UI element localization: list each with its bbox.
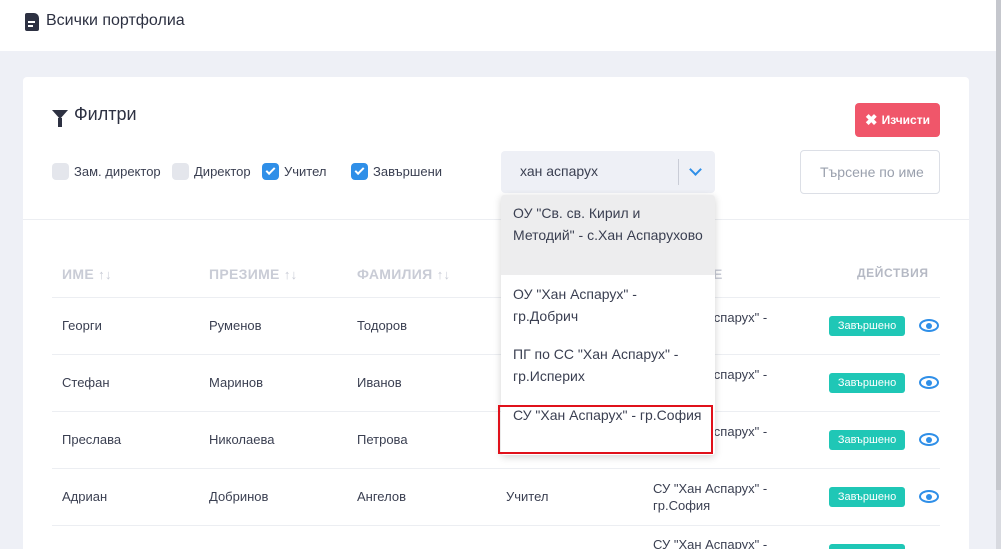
checkbox-label: Завършени xyxy=(373,164,443,179)
checkbox-box[interactable] xyxy=(172,163,189,180)
view-eye-icon[interactable] xyxy=(919,432,941,448)
row-divider xyxy=(52,297,940,298)
column-header-label: ИМЕ xyxy=(62,266,94,282)
dropdown-option[interactable]: ОУ "Хан Аспарух" - гр.Добрич xyxy=(501,277,715,335)
checkbox-completed[interactable]: Завършени xyxy=(351,163,442,180)
dropdown-option[interactable]: ПГ по СС "Хан Аспарух" - гр.Исперих xyxy=(501,337,715,395)
school-select[interactable]: хан аспарух xyxy=(501,151,715,193)
checkbox-label: Учител xyxy=(284,164,327,179)
column-header-middle-name[interactable]: ПРЕЗИМЕ ↑↓ xyxy=(209,266,297,282)
close-icon: ✖ xyxy=(865,111,878,129)
cell-school: СУ "Хан Аспарух" - xyxy=(653,537,768,549)
checkbox-box-checked[interactable] xyxy=(262,163,279,180)
scrollbar-thumb[interactable] xyxy=(996,0,1001,490)
cell-last-name: Ангелов xyxy=(357,489,406,504)
status-badge: Завършено xyxy=(829,316,905,336)
checkbox-label: Директор xyxy=(194,164,251,179)
row-divider xyxy=(52,525,940,526)
cell-last-name: Петрова xyxy=(357,432,408,447)
sort-icon: ↑↓ xyxy=(283,267,298,282)
clear-filters-button[interactable]: ✖ Изчисти xyxy=(855,103,940,137)
sort-icon: ↑↓ xyxy=(98,267,112,282)
view-eye-icon[interactable] xyxy=(919,489,941,505)
select-divider xyxy=(678,159,679,185)
view-eye-icon[interactable] xyxy=(919,318,941,334)
cell-first-name: Георги xyxy=(62,318,102,333)
row-divider xyxy=(52,354,940,355)
search-input[interactable] xyxy=(800,150,940,194)
cell-last-name: Тодоров xyxy=(357,318,408,333)
status-badge: Завършено xyxy=(829,430,905,450)
view-eye-icon[interactable] xyxy=(919,375,941,391)
document-icon xyxy=(25,13,39,31)
column-header-first-name[interactable]: ИМЕ ↑↓ xyxy=(62,266,112,282)
cell-middle-name: Маринов xyxy=(209,375,264,390)
checkbox-deputy-director[interactable]: Зам. директор xyxy=(52,163,161,180)
cell-middle-name: Николаева xyxy=(209,432,275,447)
cell-first-name: Преслава xyxy=(62,432,122,447)
dropdown-option[interactable]: ОУ "Св. св. Кирил и Методий" - с.Хан Асп… xyxy=(501,195,715,275)
row-divider xyxy=(52,468,940,469)
status-badge: Завършено xyxy=(829,373,905,393)
cell-school-city: гр.София xyxy=(653,498,711,513)
column-header-label: ФАМИЛИЯ xyxy=(357,266,433,282)
cell-last-name: Иванов xyxy=(357,375,402,390)
checkbox-box[interactable] xyxy=(52,163,69,180)
checkbox-director[interactable]: Директор xyxy=(172,163,251,180)
cell-first-name: Адриан xyxy=(62,489,108,504)
page-title: Всички портфолиа xyxy=(46,12,185,29)
checkbox-box-checked[interactable] xyxy=(351,163,368,180)
checkmark-icon xyxy=(265,165,276,176)
filters-title: Филтри xyxy=(74,104,137,124)
filters-card xyxy=(23,77,969,549)
cell-first-name: Стефан xyxy=(62,375,110,390)
cell-middle-name: Руменов xyxy=(209,318,262,333)
column-header-label: ПРЕЗИМЕ xyxy=(209,266,280,282)
filters-heading: Филтри xyxy=(52,104,137,127)
checkmark-icon xyxy=(354,165,365,176)
top-bar: Всички портфолиа xyxy=(0,0,996,51)
status-badge: Завършено xyxy=(829,487,905,507)
clear-filters-label: Изчисти xyxy=(881,113,930,127)
row-divider xyxy=(52,411,940,412)
cell-middle-name: Добринов xyxy=(209,489,269,504)
section-divider xyxy=(23,219,969,220)
sort-icon: ↑↓ xyxy=(436,267,451,282)
cell-school: СУ "Хан Аспарух" - xyxy=(653,481,768,496)
status-badge xyxy=(829,544,905,549)
school-select-input[interactable]: хан аспарух xyxy=(520,163,598,179)
filter-icon xyxy=(52,110,68,127)
selection-highlight-box xyxy=(498,405,713,454)
checkbox-label: Зам. директор xyxy=(74,164,161,179)
chevron-down-icon[interactable] xyxy=(689,163,702,176)
checkbox-teacher[interactable]: Учител xyxy=(262,163,327,180)
cell-role: Учител xyxy=(506,489,549,504)
column-header-last-name[interactable]: ФАМИЛИЯ ↑↓ xyxy=(357,266,450,282)
column-header-actions: ДЕЙСТВИЯ xyxy=(857,266,929,280)
